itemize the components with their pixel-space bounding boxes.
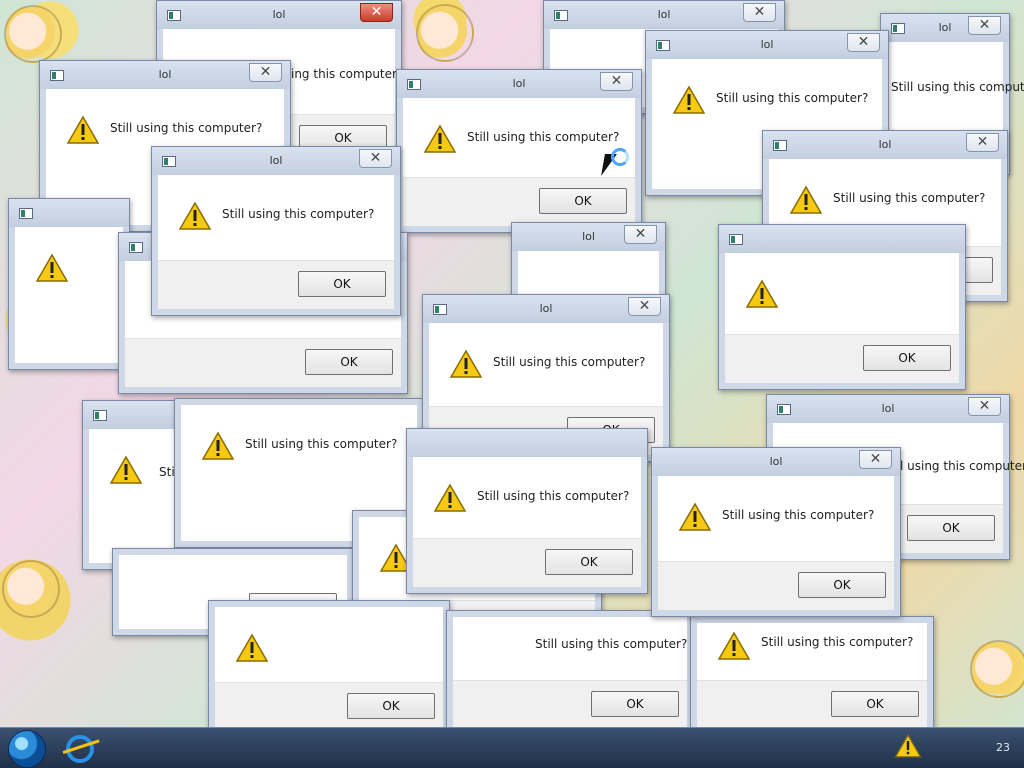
ok-button[interactable]: OK [591,691,679,717]
close-icon[interactable]: ✕ [743,3,776,22]
dialog-titlebar[interactable]: lol ✕ [512,223,665,251]
dialog-message: Still using this computer? [535,637,688,651]
wallpaper-character-tile [2,560,60,618]
warning-icon [66,115,100,144]
windows-start-icon[interactable] [8,730,46,768]
dialog-message: Still using this computer? [477,489,630,503]
dialog-window[interactable]: OK [208,600,450,738]
ok-button[interactable]: OK [545,549,633,575]
taskbar-clock: 23 [996,741,1010,754]
dialog-titlebar[interactable]: lol ✕ [767,395,1009,423]
close-icon[interactable]: ✕ [968,397,1001,416]
taskbar: 23 [0,727,1024,768]
dialog-titlebar[interactable]: lol ✕ [152,147,400,175]
warning-icon [717,631,751,660]
wallpaper-character-tile [416,4,474,62]
dialog-titlebar[interactable]: lol ✕ [652,448,900,476]
dialog-titlebar[interactable] [407,429,647,457]
dialog-window[interactable]: Still using this computer? OK [690,616,934,736]
dialog-message: Still using this computer? [110,121,263,135]
ok-button[interactable]: OK [863,345,951,371]
dialog-titlebar[interactable]: lol ✕ [423,295,669,323]
wallpaper-character-tile [4,5,62,63]
dialog-message: Still using this computer? [716,91,869,105]
dialog-titlebar[interactable]: lol ✕ [397,70,641,98]
ok-button[interactable]: OK [305,349,393,375]
dialog-titlebar[interactable]: lol ✕ [157,1,401,29]
app-window-icon [19,208,33,219]
dialog-message: Still using this computer? [891,80,1024,94]
app-window-icon [129,242,143,253]
dialog-message: Still using this computer? [245,437,398,451]
close-icon[interactable]: ✕ [628,297,661,316]
close-icon[interactable]: ✕ [847,33,880,52]
close-icon[interactable]: ✕ [624,225,657,244]
dialog-message: Still using this computer? [833,191,986,205]
warning-icon [423,124,457,153]
dialog-titlebar[interactable]: lol ✕ [881,14,1009,42]
dialog-window[interactable] [8,198,130,370]
ok-button[interactable]: OK [298,271,386,297]
warning-icon [201,431,235,460]
dialog-window[interactable]: Still using this computer? OK [446,610,694,736]
dialog-titlebar[interactable]: lol ✕ [40,61,290,89]
warning-icon [789,185,823,214]
dialog-window[interactable]: OK [718,224,966,390]
ok-button[interactable]: OK [347,693,435,719]
warning-icon [745,279,779,308]
close-icon[interactable]: ✕ [360,3,393,22]
dialog-window[interactable]: lol✕ Still using this computer? OK [651,447,901,617]
dialog-message: Still using this computer? [493,355,646,369]
close-icon[interactable]: ✕ [968,16,1001,35]
close-icon[interactable]: ✕ [600,72,633,91]
dialog-titlebar[interactable] [719,225,965,253]
dialog-titlebar[interactable]: lol ✕ [646,31,888,59]
dialog-window[interactable]: lol✕ Still using this computer? OK [151,146,401,316]
close-icon[interactable]: ✕ [859,450,892,469]
dialog-titlebar[interactable]: lol ✕ [544,1,784,29]
close-icon[interactable]: ✕ [359,149,392,168]
app-window-icon [729,234,743,245]
warning-icon [449,349,483,378]
ok-button[interactable]: OK [798,572,886,598]
dialog-window[interactable]: lol✕ Still using this computer? OK [396,69,642,233]
dialog-message: Still using this computer? [881,459,1024,473]
ok-button[interactable]: OK [539,188,627,214]
warning-icon [178,201,212,230]
wallpaper-character-tile [970,640,1024,698]
internet-explorer-icon[interactable] [66,735,94,763]
dialog-message: Still using this computer? [722,508,875,522]
dialog-message: Still using this computer? [222,207,375,221]
close-icon[interactable]: ✕ [966,133,999,152]
close-icon[interactable]: ✕ [249,63,282,82]
ok-button[interactable]: OK [831,691,919,717]
dialog-titlebar[interactable] [9,199,129,227]
warning-icon [433,483,467,512]
warning-icon [672,85,706,114]
ok-button[interactable]: OK [907,515,995,541]
warning-icon [678,502,712,531]
dialog-window[interactable]: Still using this computer? OK [406,428,648,594]
busy-spinner-icon [611,148,629,166]
warning-icon [35,253,69,282]
warning-icon [235,633,269,662]
dialog-message: Still using this computer? [761,635,914,649]
warning-icon [894,734,922,758]
dialog-titlebar[interactable]: lol ✕ [763,131,1007,159]
app-window-icon [93,410,107,421]
dialog-message: Still using this computer? [467,130,620,144]
warning-icon [109,455,143,484]
